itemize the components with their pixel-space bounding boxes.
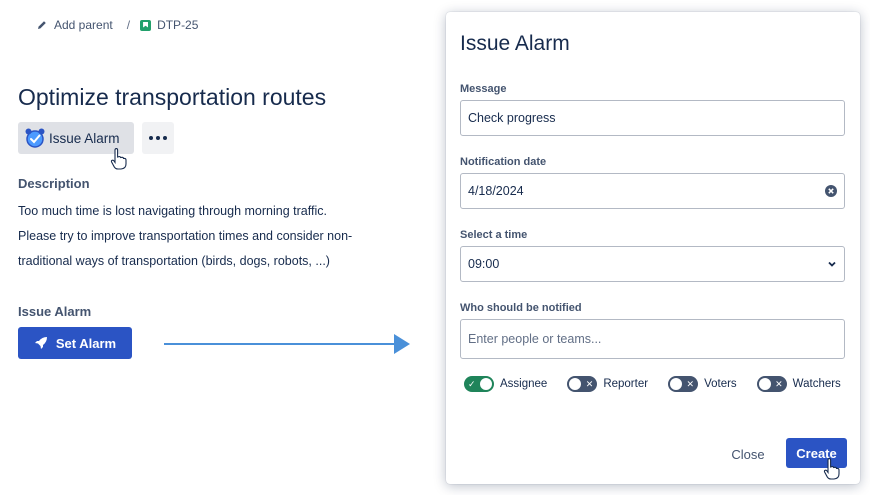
pencil-icon	[38, 21, 46, 29]
x-icon: ✕	[585, 379, 594, 389]
toggle-switch[interactable]: ✕	[567, 376, 598, 392]
people-picker-placeholder: Enter people or teams...	[468, 332, 602, 346]
message-label: Message	[460, 83, 507, 95]
issue-alarm-heading: Issue Alarm	[18, 304, 92, 319]
bookmark-icon	[140, 19, 152, 31]
more-actions-button[interactable]	[142, 122, 174, 154]
notify-toggles: ✓ Assignee ✕ Reporter ✕ Voters ✕ Watcher…	[464, 376, 841, 392]
toggle-assignee[interactable]: ✓ Assignee	[464, 376, 547, 392]
select-time-label: Select a time	[460, 229, 528, 241]
notify-label: Who should be notified	[460, 302, 582, 314]
description-line: Please try to improve transportation tim…	[18, 229, 353, 243]
people-picker-input[interactable]: Enter people or teams...	[460, 319, 845, 359]
issue-key-label: DTP-25	[157, 18, 199, 32]
toggle-label: Reporter	[603, 378, 649, 390]
message-field[interactable]: Check progress	[460, 100, 845, 136]
x-icon: ✕	[775, 379, 783, 389]
issue-title: Optimize transportation routes	[18, 84, 327, 110]
description-text: Too much time is lost navigating through…	[18, 199, 408, 274]
toggle-switch[interactable]: ✓	[464, 376, 494, 392]
alarm-clock-icon	[25, 128, 45, 148]
breadcrumb-separator: /	[126, 18, 131, 32]
flow-arrow	[164, 334, 410, 354]
time-select[interactable]: 09:00	[460, 246, 845, 282]
set-alarm-button[interactable]: Set Alarm	[18, 327, 132, 359]
rocket-icon	[34, 337, 47, 349]
chevron-down-icon	[828, 261, 836, 267]
notification-date-value: 4/18/2024	[468, 184, 524, 198]
x-icon: ✕	[686, 379, 695, 389]
check-icon: ✓	[468, 379, 476, 389]
more-icon	[149, 136, 167, 140]
description-line: traditional ways of transportation (bird…	[18, 254, 330, 268]
toggle-reporter[interactable]: ✕ Reporter	[567, 376, 648, 392]
toggle-switch[interactable]: ✕	[668, 376, 699, 392]
hand-pointer-icon	[110, 148, 127, 170]
dialog-title: Issue Alarm	[460, 32, 570, 55]
message-value: Check progress	[468, 111, 556, 125]
description-line: Too much time is lost navigating through…	[18, 204, 327, 218]
breadcrumb: Add parent / DTP-25	[36, 18, 198, 32]
toggle-label: Voters	[704, 378, 737, 390]
time-value: 09:00	[468, 257, 500, 271]
toggle-label: Assignee	[500, 378, 548, 390]
issue-alarm-dialog: Issue Alarm Message Check progress Notif…	[446, 12, 860, 484]
toggle-switch[interactable]: ✕	[756, 376, 787, 392]
notification-date-label: Notification date	[460, 156, 547, 168]
clear-icon[interactable]	[825, 185, 837, 197]
toggle-label: Watchers	[792, 378, 841, 390]
close-button[interactable]: Close	[724, 440, 772, 468]
notification-date-field[interactable]: 4/18/2024	[460, 173, 845, 209]
description-heading: Description	[18, 176, 90, 191]
add-parent-label: Add parent	[54, 18, 113, 32]
set-alarm-label: Set Alarm	[55, 335, 117, 351]
issue-alarm-button-label: Issue Alarm	[49, 130, 120, 146]
hand-pointer-icon	[823, 458, 840, 480]
add-parent-link[interactable]: Add parent	[36, 18, 113, 32]
toggle-voters[interactable]: ✕ Voters	[668, 376, 737, 392]
toggle-watchers[interactable]: ✕ Watchers	[756, 376, 841, 392]
issue-key-link[interactable]: DTP-25	[140, 18, 198, 32]
